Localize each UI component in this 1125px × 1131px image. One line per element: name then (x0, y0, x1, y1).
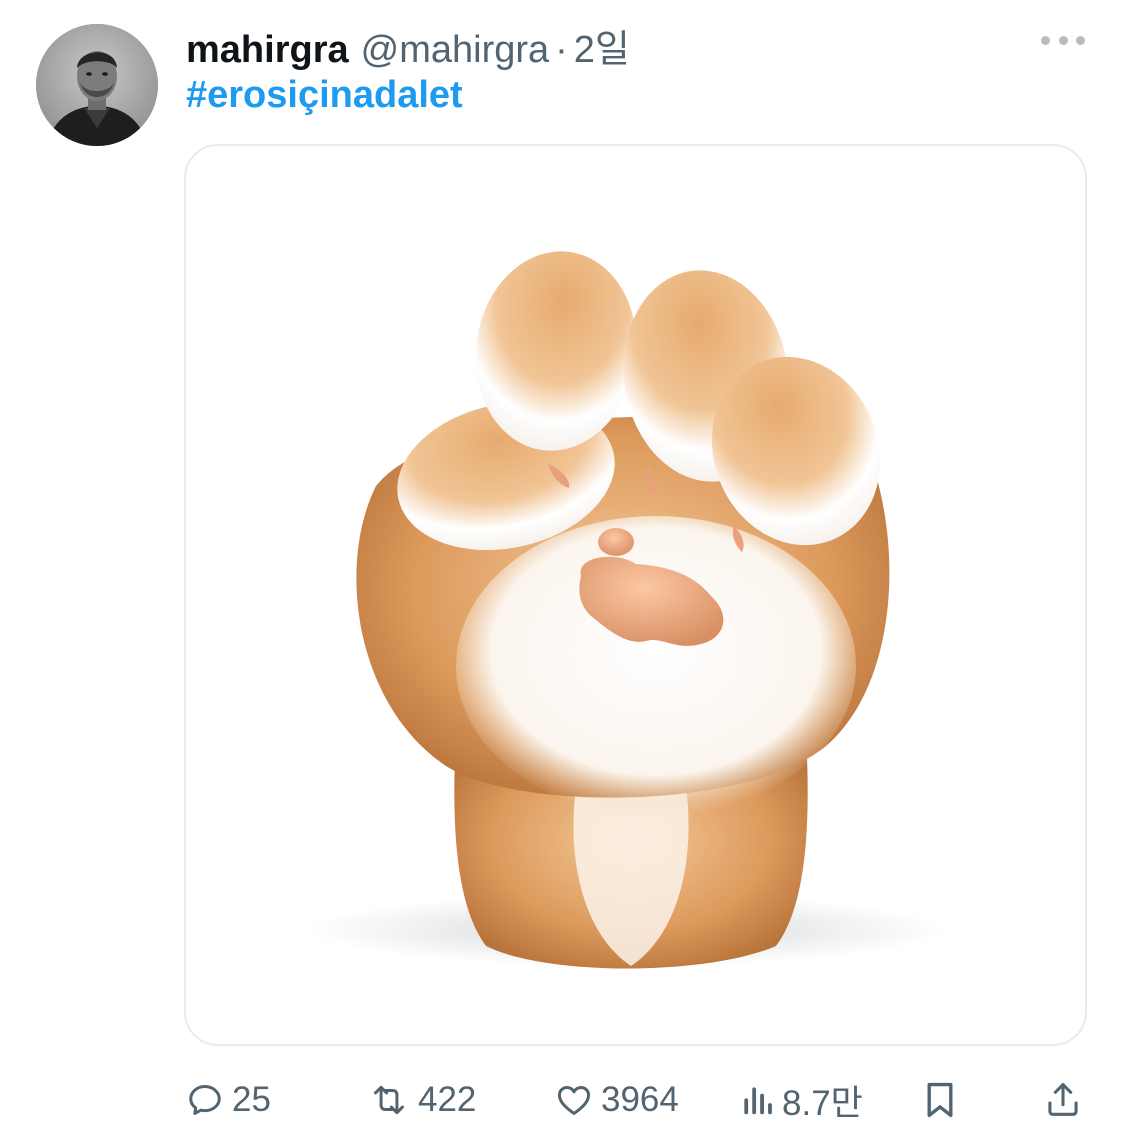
hashtag-link[interactable]: #erosiçinadalet (186, 74, 463, 117)
heart-icon (555, 1081, 593, 1119)
retweet-button[interactable]: 422 (368, 1070, 476, 1130)
like-count: 3964 (601, 1080, 679, 1119)
reply-button[interactable]: 25 (186, 1070, 271, 1130)
like-button[interactable]: 3964 (555, 1070, 679, 1130)
retweet-icon (368, 1081, 410, 1119)
display-name[interactable]: mahirgra (186, 29, 349, 72)
separator-dot: · (555, 29, 568, 71)
reply-icon (186, 1081, 224, 1119)
action-bar: 25 422 3964 8.7만 (0, 1070, 1125, 1130)
reply-count: 25 (232, 1080, 271, 1119)
share-button[interactable] (1044, 1070, 1082, 1130)
tweet-image[interactable] (184, 144, 1087, 1046)
avatar-photo (36, 24, 158, 146)
more-icon[interactable] (1041, 30, 1085, 50)
views-count: 8.7만 (782, 1083, 863, 1123)
bookmark-button[interactable] (922, 1070, 958, 1130)
user-handle[interactable]: @mahirgra (361, 29, 550, 72)
views-icon (740, 1081, 774, 1119)
avatar[interactable] (36, 24, 158, 146)
timestamp[interactable]: 2일 (574, 18, 630, 73)
tweet-header: mahirgra @mahirgra · 2일 (186, 18, 630, 71)
tweet: mahirgra @mahirgra · 2일 #erosiçinadalet (0, 0, 1125, 1131)
share-icon (1044, 1080, 1082, 1120)
paw-fist-illustration (306, 251, 946, 969)
retweet-count: 422 (418, 1080, 477, 1119)
bookmark-icon (922, 1080, 958, 1120)
views-button[interactable]: 8.7만 (740, 1070, 863, 1130)
